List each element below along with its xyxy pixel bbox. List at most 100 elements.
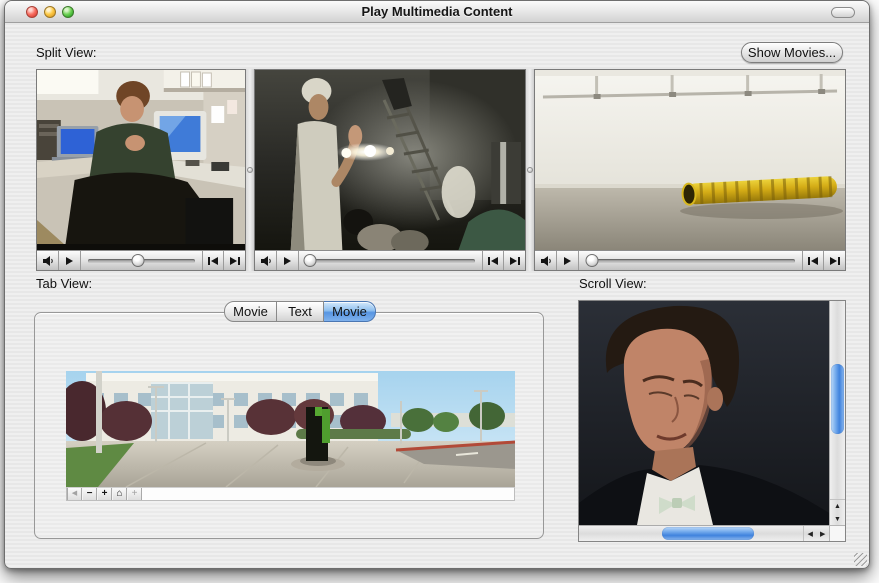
movie-view-studio-scene[interactable]	[255, 70, 525, 250]
down-arrow-icon: ▼	[834, 516, 841, 523]
step-forward-button[interactable]	[824, 251, 845, 270]
show-movies-button[interactable]: Show Movies...	[741, 42, 843, 63]
speaker-icon	[42, 255, 54, 267]
horizontal-scroll-thumb[interactable]	[662, 527, 754, 540]
step-forward-arrow-icon	[830, 257, 837, 265]
movie-pane-3	[534, 69, 846, 271]
qtvr-zoom-in-button[interactable]: +	[97, 488, 112, 500]
movie-controller	[37, 250, 245, 270]
scrub-slider[interactable]	[579, 251, 803, 270]
horizontal-scroll-arrows: ◀ ▶	[803, 526, 829, 541]
slider-groove	[306, 259, 475, 263]
step-back-icon	[488, 257, 490, 265]
step-back-button[interactable]	[483, 251, 504, 270]
split-view-divider-2[interactable]	[526, 69, 534, 271]
scrub-slider[interactable]	[81, 251, 203, 270]
qtvr-movie-view: ◀ − + ⌂ +	[66, 371, 515, 501]
tab-label: Movie	[332, 304, 367, 319]
office-interview-scene	[37, 70, 245, 250]
qtvr-control-bar: ◀ − + ⌂ +	[66, 487, 515, 501]
divider-dimple-icon	[247, 167, 253, 173]
scroll-right-button[interactable]: ▶	[817, 526, 830, 541]
movie-pane-2	[254, 69, 526, 271]
up-arrow-icon: ▲	[834, 503, 841, 510]
volume-button[interactable]	[535, 251, 557, 270]
scroll-left-button[interactable]: ◀	[804, 526, 817, 541]
vertical-scroll-thumb[interactable]	[831, 364, 844, 433]
scrub-slider[interactable]	[299, 251, 483, 270]
divider-dimple-icon	[527, 167, 533, 173]
movie-view-warehouse[interactable]	[535, 70, 845, 250]
scroll-up-button[interactable]: ▲	[830, 500, 845, 513]
previous-node-icon: ◀	[72, 489, 77, 499]
vertical-scroll-arrows: ▲ ▼	[830, 499, 845, 525]
tab-label: Text	[288, 304, 312, 319]
vertical-scroll-track[interactable]	[830, 301, 845, 499]
split-view-divider-1[interactable]	[246, 69, 254, 271]
movie-view-office-interview[interactable]	[37, 70, 245, 250]
split-view-label: Split View:	[36, 45, 96, 60]
step-back-button[interactable]	[803, 251, 824, 270]
step-forward-icon	[238, 257, 240, 265]
tab-movie-1[interactable]: Movie	[224, 301, 277, 322]
step-forward-icon	[518, 257, 520, 265]
step-forward-arrow-icon	[230, 257, 237, 265]
play-icon	[66, 257, 73, 265]
step-forward-button[interactable]	[504, 251, 525, 270]
tab-label: Movie	[233, 304, 268, 319]
play-button[interactable]	[59, 251, 81, 270]
step-back-icon	[208, 257, 210, 265]
tab-movie-2[interactable]: Movie	[324, 301, 376, 322]
step-forward-icon	[838, 257, 840, 265]
tab-text[interactable]: Text	[277, 301, 324, 322]
volume-button[interactable]	[255, 251, 277, 270]
vertical-scrollbar[interactable]: ▲ ▼	[829, 301, 845, 525]
movie-view-speech[interactable]	[579, 301, 829, 525]
step-forward-arrow-icon	[510, 257, 517, 265]
movie-pane-1	[36, 69, 246, 271]
scrub-thumb[interactable]	[586, 254, 599, 267]
qtvr-pan-button: +	[127, 488, 142, 500]
warehouse-scene	[535, 70, 845, 250]
horizontal-scrollbar[interactable]: ◀ ▶	[579, 525, 829, 541]
step-back-arrow-icon	[491, 257, 498, 265]
slider-groove	[586, 259, 795, 263]
scroll-view: ▲ ▼ ◀ ▶	[578, 300, 846, 542]
title-bar[interactable]: Play Multimedia Content	[5, 1, 869, 23]
window-title: Play Multimedia Content	[5, 4, 869, 19]
zoom-out-icon: −	[87, 489, 93, 499]
home-icon: ⌂	[116, 489, 122, 499]
step-back-button[interactable]	[203, 251, 224, 270]
step-back-icon	[808, 257, 810, 265]
step-back-arrow-icon	[211, 257, 218, 265]
resize-grip[interactable]	[854, 553, 867, 566]
tab-view-label: Tab View:	[36, 276, 92, 291]
play-icon	[564, 257, 571, 265]
left-arrow-icon: ◀	[808, 530, 813, 538]
scroll-view-label: Scroll View:	[579, 276, 647, 291]
pan-icon: +	[132, 489, 138, 499]
tab-bar: Movie Text Movie	[224, 301, 376, 322]
qtvr-home-button[interactable]: ⌂	[112, 488, 127, 500]
campus-panorama-scene	[66, 371, 515, 487]
play-button[interactable]	[557, 251, 579, 270]
scrub-thumb[interactable]	[303, 254, 316, 267]
speech-scene	[579, 301, 829, 525]
step-back-arrow-icon	[811, 257, 818, 265]
qtvr-zoom-out-button[interactable]: −	[82, 488, 97, 500]
volume-button[interactable]	[37, 251, 59, 270]
speaker-icon	[540, 255, 552, 267]
zoom-in-icon: +	[102, 489, 108, 499]
window-play-multimedia-content: Play Multimedia Content Split View: Tab …	[4, 0, 870, 569]
qtvr-previous-node-button: ◀	[67, 488, 82, 500]
panorama-view[interactable]	[66, 371, 515, 487]
right-arrow-icon: ▶	[820, 530, 825, 538]
play-icon	[284, 257, 291, 265]
step-forward-button[interactable]	[224, 251, 245, 270]
horizontal-scroll-track[interactable]	[579, 526, 803, 541]
play-button[interactable]	[277, 251, 299, 270]
toolbar-pill-button[interactable]	[831, 7, 855, 18]
movie-controller	[255, 250, 525, 270]
scrub-thumb[interactable]	[131, 254, 144, 267]
studio-scene	[255, 70, 525, 250]
